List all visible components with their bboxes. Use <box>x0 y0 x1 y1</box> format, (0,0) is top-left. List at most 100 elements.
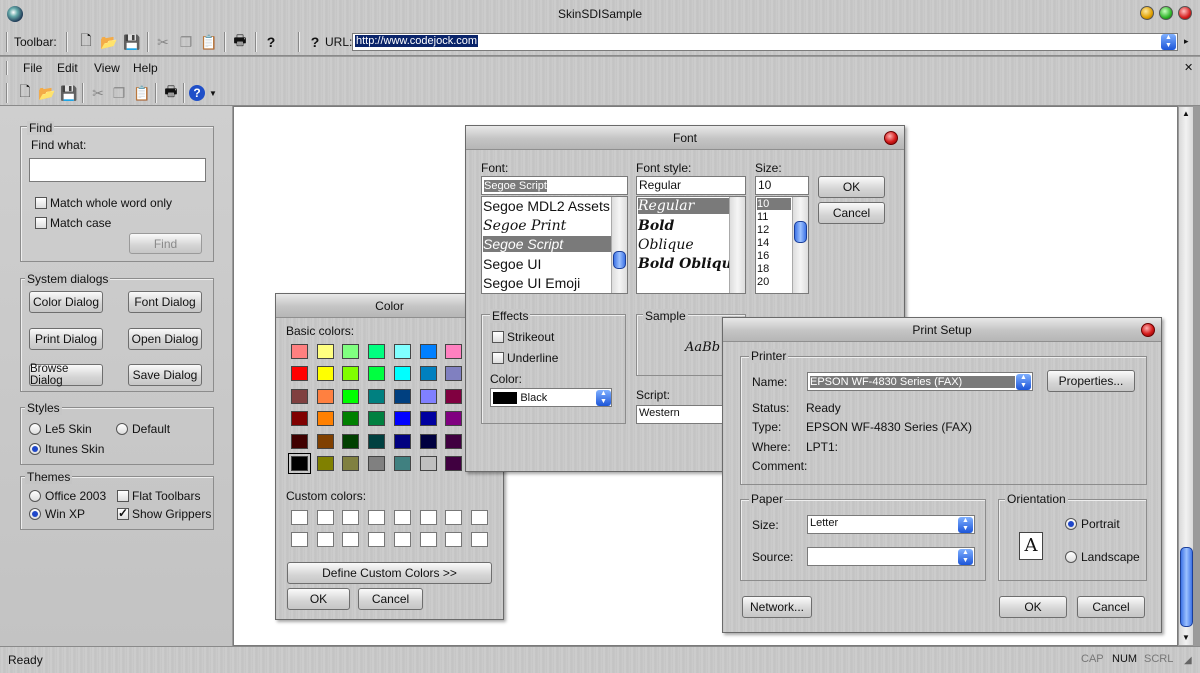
font-list-item-selected[interactable]: Segoe Script <box>483 236 611 252</box>
basic-color-swatch[interactable] <box>368 411 386 427</box>
custom-color-swatch[interactable] <box>316 510 334 525</box>
underline-checkbox[interactable] <box>492 352 504 364</box>
basic-color-swatch[interactable] <box>316 344 334 359</box>
save-dialog-button[interactable]: Save Dialog <box>128 364 202 386</box>
custom-color-swatch[interactable] <box>445 532 463 547</box>
basic-color-swatch[interactable] <box>393 344 411 359</box>
print-ok-button[interactable]: OK <box>999 596 1067 618</box>
print-icon[interactable]: 🖶 <box>231 32 249 51</box>
basic-color-swatch[interactable] <box>316 388 334 404</box>
default-radio[interactable] <box>116 423 128 435</box>
basic-color-swatch[interactable] <box>445 411 463 427</box>
size-item[interactable]: 20 <box>757 276 769 288</box>
basic-color-swatch[interactable] <box>445 366 463 382</box>
scroll-up-icon[interactable]: ▲ <box>1182 109 1190 118</box>
basic-color-swatch[interactable] <box>342 411 360 427</box>
url-input[interactable]: http://www.codejock.com <box>352 33 1178 51</box>
custom-color-swatch[interactable] <box>342 510 360 525</box>
font-style-item-selected[interactable]: Regular <box>638 198 729 214</box>
font-style-input[interactable]: Regular <box>636 176 746 195</box>
basic-color-swatch[interactable] <box>393 433 411 449</box>
save-icon[interactable]: 💾 <box>60 84 78 102</box>
menu-edit[interactable]: Edit <box>57 61 78 75</box>
paste-icon[interactable]: 📋 <box>200 33 218 51</box>
size-item[interactable]: 12 <box>757 224 769 236</box>
landscape-radio[interactable] <box>1065 551 1077 563</box>
office-2003-radio[interactable] <box>29 490 41 502</box>
properties-button[interactable]: Properties... <box>1047 370 1135 392</box>
color-cancel-button[interactable]: Cancel <box>358 588 423 610</box>
printer-dropdown-icon[interactable]: ▲ ▼ <box>1016 374 1031 390</box>
menu-help[interactable]: Help <box>133 61 158 75</box>
scrollbar-thumb[interactable] <box>613 251 626 269</box>
custom-color-swatch[interactable] <box>368 510 386 525</box>
print-dialog-button[interactable]: Print Dialog <box>29 328 103 350</box>
basic-color-swatch[interactable] <box>316 456 334 471</box>
basic-color-swatch[interactable] <box>445 433 463 449</box>
color-dropdown-icon[interactable]: ▲ ▼ <box>596 390 611 406</box>
basic-color-swatch[interactable] <box>291 344 308 359</box>
print-icon[interactable]: 🖶 <box>162 83 180 102</box>
itunes-skin-radio[interactable] <box>29 443 41 455</box>
find-what-input[interactable] <box>29 158 206 182</box>
open-icon[interactable]: 📂 <box>100 33 118 51</box>
font-style-item[interactable]: Bold Oblique <box>638 256 741 272</box>
basic-color-swatch[interactable] <box>419 344 437 359</box>
new-icon[interactable]: 🗋 <box>77 32 95 51</box>
paste-icon[interactable]: 📋 <box>133 84 151 102</box>
portrait-radio[interactable] <box>1065 518 1077 530</box>
custom-color-swatch[interactable] <box>342 532 360 547</box>
basic-color-swatch[interactable] <box>342 456 360 471</box>
close-window-icon[interactable] <box>1178 6 1192 20</box>
basic-color-swatch[interactable] <box>316 366 334 382</box>
basic-color-swatch[interactable] <box>291 433 308 449</box>
font-dialog-button[interactable]: Font Dialog <box>128 291 202 313</box>
custom-color-swatch[interactable] <box>470 510 488 525</box>
basic-color-swatch[interactable] <box>419 411 437 427</box>
font-color-select[interactable]: Black ▲ ▼ <box>490 388 612 407</box>
basic-color-swatch[interactable] <box>368 456 386 471</box>
basic-color-swatch[interactable] <box>291 411 308 427</box>
font-cancel-button[interactable]: Cancel <box>818 202 885 224</box>
cut-icon[interactable]: ✂ <box>89 84 107 102</box>
define-custom-colors-button[interactable]: Define Custom Colors >> <box>287 562 492 584</box>
size-item[interactable]: 18 <box>757 263 769 275</box>
custom-color-swatch[interactable] <box>419 510 437 525</box>
basic-color-swatch[interactable] <box>445 344 463 359</box>
paper-source-select[interactable]: ▲ ▼ <box>807 547 975 566</box>
font-list-item[interactable]: Segoe MDL2 Assets <box>483 198 610 214</box>
menu-gripper[interactable] <box>6 61 8 75</box>
custom-color-swatch[interactable] <box>393 510 411 525</box>
toolbar-gripper[interactable] <box>6 83 8 103</box>
font-style-item[interactable]: Oblique <box>638 237 694 253</box>
paper-size-dropdown-icon[interactable]: ▲ ▼ <box>958 517 973 533</box>
paper-size-select[interactable]: Letter ▲ ▼ <box>807 515 975 534</box>
font-list-item[interactable]: Segoe UI <box>483 256 541 272</box>
font-name-input[interactable]: Segoe Script <box>481 176 628 195</box>
custom-color-swatch[interactable] <box>470 532 488 547</box>
basic-color-swatch[interactable] <box>342 366 360 382</box>
size-list-scrollbar[interactable] <box>792 197 808 293</box>
basic-color-swatch[interactable] <box>393 411 411 427</box>
menu-view[interactable]: View <box>94 61 120 75</box>
vertical-scrollbar[interactable]: ▲ ▼ <box>1178 106 1194 646</box>
basic-color-swatch[interactable] <box>316 411 334 427</box>
size-item[interactable]: 11 <box>757 211 768 223</box>
url-dropdown-icon[interactable]: ▲ ▼ <box>1161 34 1176 50</box>
win-xp-radio[interactable] <box>29 508 41 520</box>
basic-color-swatch[interactable] <box>342 433 360 449</box>
custom-color-swatch[interactable] <box>419 532 437 547</box>
new-icon[interactable]: 🗋 <box>16 83 34 102</box>
basic-color-swatch[interactable] <box>419 366 437 382</box>
basic-color-swatch[interactable] <box>445 388 463 404</box>
basic-color-swatch[interactable] <box>419 456 437 471</box>
custom-color-swatch[interactable] <box>316 532 334 547</box>
size-item-selected[interactable]: 10 <box>757 198 791 210</box>
basic-color-swatch[interactable] <box>393 456 411 471</box>
font-list-item[interactable]: Segoe UI Emoji <box>483 275 580 291</box>
custom-color-swatch[interactable] <box>291 510 308 525</box>
close-document-icon[interactable]: ✕ <box>1184 61 1193 74</box>
custom-color-swatch[interactable] <box>393 532 411 547</box>
basic-color-swatch[interactable] <box>419 388 437 404</box>
size-list[interactable]: 10 11 12 14 16 18 20 <box>755 196 809 294</box>
